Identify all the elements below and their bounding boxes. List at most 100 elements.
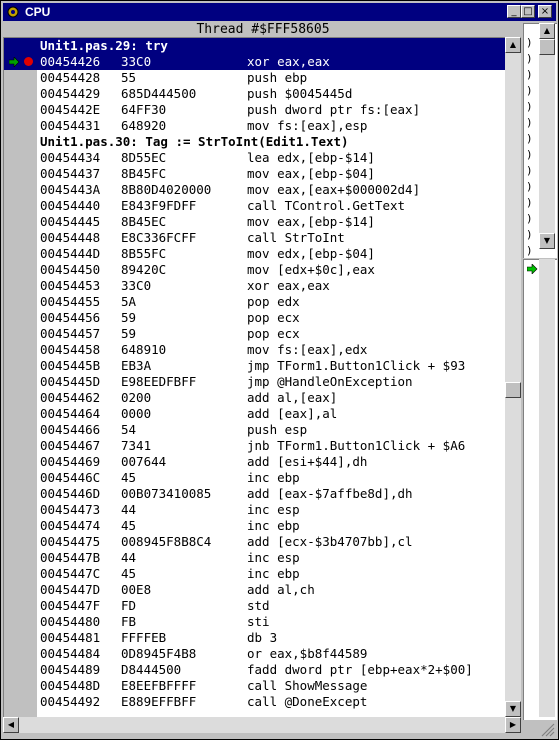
scroll-down-button[interactable]: ▼ [505,701,521,717]
instruction-row[interactable]: 00454467 7341 jnb TForm1.Button1Click + $A… [4,438,506,454]
instruction-row[interactable]: 0045447B 44 inc esp [4,550,506,566]
flags-vertical-scrollbar[interactable] [539,259,555,717]
instruction-bytes: 00B073410085 [121,486,212,501]
title-bar[interactable]: CPU _ □ × [3,3,556,21]
instruction-row[interactable]: 00454458 648910 mov fs:[eax],edx [4,342,506,358]
instruction-row[interactable]: 00454489 D8444500 fadd dword ptr [ebp+eax*… [4,662,506,678]
instruction-row[interactable]: 00454466 54 push esp [4,422,506,438]
instruction-address: 00454475 [40,534,101,549]
instruction-row[interactable]: 00454475 008945F8B8C4 add [ecx-$3b4707bb],… [4,534,506,550]
instruction-row[interactable]: 0045448D E8EEFBFFFF call ShowMessage [4,678,506,694]
scroll-left-button[interactable]: ◀ [3,717,19,733]
disassembly-pane[interactable]: Unit1.pas.29: try 00454426 33C0 xor eax,eax… [3,37,506,718]
instruction-address: 00454450 [40,262,101,277]
instruction-row[interactable]: 00454473 44 inc esp [4,502,506,518]
instruction-address: 0045445B [40,358,101,373]
instruction-row[interactable]: 00454462 0200 add al,[eax] [4,390,506,406]
breakpoint-icon[interactable] [24,57,33,66]
instruction-address: 00454489 [40,662,101,677]
instruction-row[interactable]: 00454492 E889EFFBFF call @DoneExcept [4,694,506,710]
instruction-address: 0045447C [40,566,101,581]
disassembly-vertical-scrollbar[interactable]: ▲ ▼ [505,37,521,717]
instruction-mnemonic: mov eax,[ebp-$04] [247,166,375,181]
instruction-bytes: EB3A [121,358,152,373]
instruction-row[interactable]: 00454428 55 push ebp [4,70,506,86]
instruction-address: 00454457 [40,326,101,341]
registers-scroll-down-button[interactable]: ▼ [539,233,555,249]
instruction-mnemonic: or eax,$b8f44589 [247,646,368,661]
instruction-row[interactable]: 00454481 FFFFEB db 3 [4,630,506,646]
instruction-row[interactable]: 0045444D 8B55FC mov edx,[ebp-$04] [4,246,506,262]
instruction-row[interactable]: 0045446D 00B073410085 add [eax-$7affbe8d],… [4,486,506,502]
register-line-marker: ) [526,180,533,193]
source-line-row[interactable]: Unit1.pas.30: Tag := StrToInt(Edit1.Text… [4,134,506,150]
current-instruction-arrow-icon [9,57,20,67]
instruction-address: 0045447F [40,598,101,613]
instruction-bytes: 8B55FC [121,246,167,261]
instruction-row[interactable]: 00454456 59 pop ecx [4,310,506,326]
scroll-right-button[interactable]: ▶ [505,717,521,733]
instruction-address: 0045447D [40,582,101,597]
resize-grip-icon[interactable] [541,723,555,737]
register-line-marker: ) [526,228,533,241]
instruction-bytes: FFFFEB [121,630,167,645]
instruction-row[interactable]: 00454480 FB sti [4,614,506,630]
instruction-mnemonic: jmp TForm1.Button1Click + $93 [247,358,466,373]
instruction-row[interactable]: 0045447C 45 inc ebp [4,566,506,582]
instruction-row[interactable]: 0045445D E98EEDFBFF jmp @HandleOnException [4,374,506,390]
registers-vertical-scrollbar[interactable]: ▲ ▼ [539,23,555,249]
instruction-row[interactable]: 0045446C 45 inc ebp [4,470,506,486]
instruction-row[interactable]: 00454469 007644 add [esi+$44],dh [4,454,506,470]
instruction-address: 00454474 [40,518,101,533]
instruction-row[interactable]: 00454429 685D444500 push $0045445d [4,86,506,102]
instruction-row[interactable]: 00454457 59 pop ecx [4,326,506,342]
instruction-row[interactable]: 00454440 E843F9FDFF call TControl.GetText [4,198,506,214]
register-line-marker: ) [526,164,533,177]
instruction-row[interactable]: 0045447F FD std [4,598,506,614]
instruction-row[interactable]: 00454484 0D8945F4B8 or eax,$b8f44589 [4,646,506,662]
instruction-row[interactable]: 00454453 33C0 xor eax,eax [4,278,506,294]
instruction-bytes: 685D444500 [121,86,197,101]
instruction-bytes: 00E8 [121,582,152,597]
instruction-row[interactable]: 00454445 8B45EC mov eax,[ebp-$14] [4,214,506,230]
scroll-up-button[interactable]: ▲ [505,37,521,53]
instruction-mnemonic: inc ebp [247,518,300,533]
instruction-row[interactable]: 00454474 45 inc ebp [4,518,506,534]
instruction-row[interactable]: 00454464 0000 add [eax],al [4,406,506,422]
instruction-row[interactable]: 00454431 648920 mov fs:[eax],esp [4,118,506,134]
instruction-row[interactable]: 0045442E 64FF30 push dword ptr fs:[eax] [4,102,506,118]
disassembly-horizontal-scrollbar[interactable]: ◀ ▶ [3,717,521,733]
register-line-marker: ) [526,100,533,113]
arrow-down-icon: ▼ [509,704,517,713]
instruction-mnemonic: push dword ptr fs:[eax] [247,102,421,117]
instruction-row[interactable]: 00454455 5A pop edx [4,294,506,310]
instruction-bytes: E8EEFBFFFF [121,678,197,693]
instruction-row[interactable]: 00454448 E8C336FCFF call StrToInt [4,230,506,246]
instruction-row[interactable]: 00454426 33C0 xor eax,eax [4,54,506,70]
instruction-mnemonic: pop ecx [247,326,300,341]
instruction-mnemonic: call StrToInt [247,230,345,245]
instruction-mnemonic: sti [247,614,270,629]
register-line-marker: ) [526,52,533,65]
instruction-bytes: 55 [121,70,137,85]
instruction-bytes: 7341 [121,438,152,453]
instruction-row[interactable]: 00454434 8D55EC lea edx,[ebp-$14] [4,150,506,166]
instruction-mnemonic: mov fs:[eax],esp [247,118,368,133]
instruction-row[interactable]: 00454450 89420C mov [edx+$0c],eax [4,262,506,278]
registers-scroll-thumb[interactable] [539,39,555,55]
instruction-mnemonic: std [247,598,270,613]
instruction-bytes: 33C0 [121,54,152,69]
minimize-button[interactable]: _ [507,5,521,18]
instruction-row[interactable]: 00454437 8B45FC mov eax,[ebp-$04] [4,166,506,182]
scroll-thumb[interactable] [505,382,521,398]
registers-scroll-up-button[interactable]: ▲ [539,23,555,39]
instruction-row[interactable]: 0045445B EB3A jmp TForm1.Button1Click + $9… [4,358,506,374]
instruction-row[interactable]: 0045443A 8B80D4020000 mov eax,[eax+$000002… [4,182,506,198]
maximize-button[interactable]: □ [521,5,535,18]
instruction-address: 00454448 [40,230,101,245]
source-line-row[interactable]: Unit1.pas.29: try [4,38,506,54]
instruction-row[interactable]: 0045447D 00E8 add al,ch [4,582,506,598]
arrow-left-icon: ◀ [7,720,15,729]
close-button[interactable]: × [538,5,552,18]
instruction-mnemonic: xor eax,eax [247,54,330,69]
